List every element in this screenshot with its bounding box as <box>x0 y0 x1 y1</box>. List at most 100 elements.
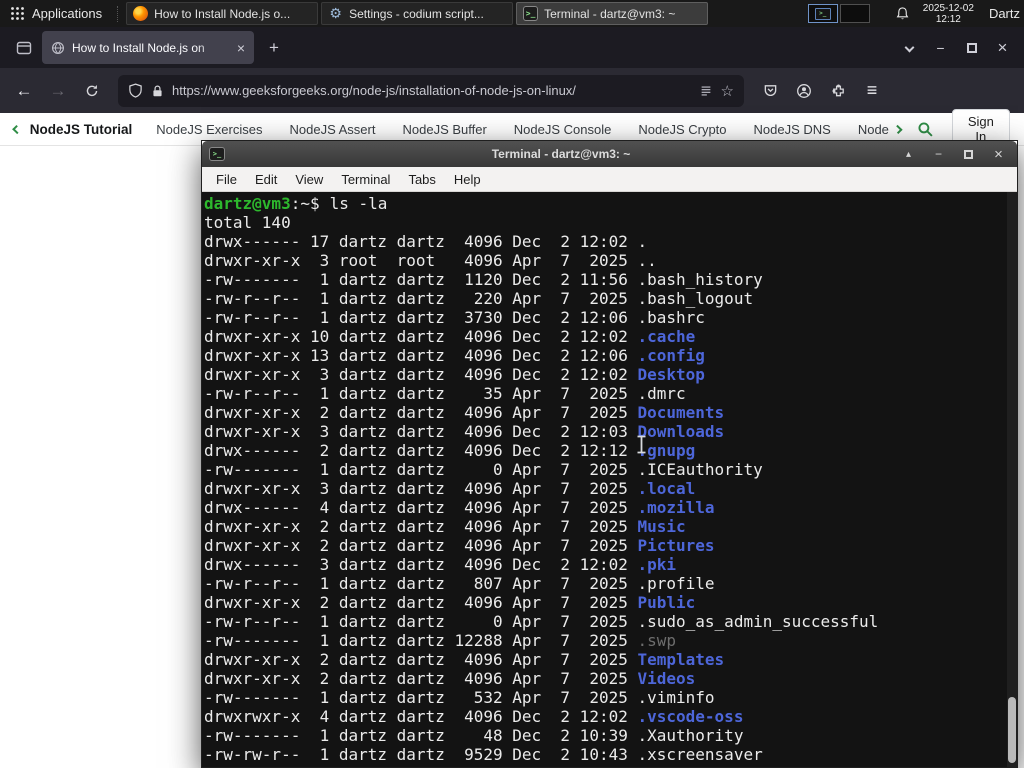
terminal-close-button[interactable] <box>987 144 1010 164</box>
url-text[interactable]: https://www.geeksforgeeks.org/node-js/in… <box>172 83 691 98</box>
clock[interactable]: 2025-12-02 12:12 <box>923 3 974 25</box>
applications-menu[interactable]: Applications <box>0 0 112 27</box>
ls-meta: -rw------- 1 dartz dartz 1120 Dec 2 11:5… <box>204 270 638 289</box>
ls-meta: drwxr-xr-x 3 dartz dartz 4096 Dec 2 12:0… <box>204 422 638 441</box>
menu-tabs[interactable]: Tabs <box>399 172 444 187</box>
user-menu[interactable]: Dartz <box>989 6 1020 21</box>
back-button[interactable] <box>8 75 40 107</box>
ls-filename: Videos <box>637 669 696 688</box>
terminal-ls-line: drwxr-xr-x 2 dartz dartz 4096 Apr 7 2025… <box>204 650 1017 669</box>
workspace-2[interactable] <box>839 4 870 23</box>
site-nav-dns[interactable]: NodeJS DNS <box>754 122 831 137</box>
site-nav-tutorial[interactable]: NodeJS Tutorial <box>30 122 133 137</box>
ls-meta: drwx------ 2 dartz dartz 4096 Dec 2 12:1… <box>204 441 638 460</box>
terminal-ls-line: drwxr-xr-x 3 dartz dartz 4096 Apr 7 2025… <box>204 479 1017 498</box>
nav-forward-chevron-icon[interactable] <box>893 124 903 134</box>
site-nav-node[interactable]: Node <box>858 122 889 137</box>
terminal-menubar: File Edit View Terminal Tabs Help <box>202 167 1017 192</box>
ls-meta: -rw-r--r-- 1 dartz dartz 807 Apr 7 2025 <box>204 574 638 593</box>
terminal-scrollbar[interactable] <box>1007 192 1017 767</box>
terminal-ls-line: drwx------ 4 dartz dartz 4096 Apr 7 2025… <box>204 498 1017 517</box>
window-minimize-button[interactable] <box>925 33 956 63</box>
ls-filename: Downloads <box>637 422 725 441</box>
bookmark-star-icon[interactable] <box>721 82 734 100</box>
window-close-button[interactable] <box>987 33 1018 63</box>
reload-button[interactable] <box>76 75 108 107</box>
task-button-settings[interactable]: Settings - codium script... <box>321 2 514 25</box>
site-nav-assert[interactable]: NodeJS Assert <box>289 122 375 137</box>
terminal-ls-line: -rw-r--r-- 1 dartz dartz 35 Apr 7 2025 .… <box>204 384 1017 403</box>
site-nav-exercises[interactable]: NodeJS Exercises <box>156 122 262 137</box>
site-nav-console[interactable]: NodeJS Console <box>514 122 612 137</box>
terminal-ls-line: -rw-rw-r-- 1 dartz dartz 9529 Dec 2 10:4… <box>204 745 1017 764</box>
site-nav-buffer[interactable]: NodeJS Buffer <box>402 122 486 137</box>
pocket-icon[interactable] <box>754 75 786 107</box>
task-button-terminal[interactable]: Terminal - dartz@vm3: ~ <box>516 2 709 25</box>
ls-filename: .profile <box>637 574 715 593</box>
clock-date: 2025-12-02 <box>922 2 974 14</box>
notification-bell-icon[interactable] <box>895 6 910 22</box>
window-maximize-button[interactable] <box>956 33 987 63</box>
menu-edit[interactable]: Edit <box>246 172 286 187</box>
clock-time: 12:12 <box>935 13 961 25</box>
ls-filename: .Xauthority <box>637 726 744 745</box>
shield-icon[interactable] <box>128 83 143 98</box>
terminal-maximize-button[interactable] <box>957 144 980 164</box>
menu-view[interactable]: View <box>286 172 332 187</box>
nav-back-chevron-icon[interactable] <box>12 124 22 134</box>
terminal-ls-line: -rw-r--r-- 1 dartz dartz 807 Apr 7 2025 … <box>204 574 1017 593</box>
browser-tab[interactable]: How to Install Node.js on <box>42 31 254 64</box>
ls-filename: .cache <box>637 327 696 346</box>
terminal-window-icon <box>209 147 225 161</box>
terminal-ls-line: drwxr-xr-x 13 dartz dartz 4096 Dec 2 12:… <box>204 346 1017 365</box>
new-tab-button[interactable] <box>260 34 288 62</box>
ls-meta: drwxr-xr-x 2 dartz dartz 4096 Apr 7 2025 <box>204 650 638 669</box>
tab-bar: How to Install Node.js on <box>0 27 1024 68</box>
terminal-ls-line: drwxr-xr-x 2 dartz dartz 4096 Apr 7 2025… <box>204 669 1017 688</box>
search-icon[interactable] <box>917 121 934 138</box>
top-panel: Applications How to Install Node.js o...… <box>0 0 1024 27</box>
url-bar[interactable]: https://www.geeksforgeeks.org/node-js/in… <box>118 74 744 107</box>
menu-terminal[interactable]: Terminal <box>332 172 399 187</box>
scrollbar-thumb[interactable] <box>1008 697 1016 763</box>
ls-meta: drwxr-xr-x 2 dartz dartz 4096 Apr 7 2025 <box>204 593 638 612</box>
ls-filename: .mozilla <box>637 498 715 517</box>
ls-filename: .pki <box>637 555 677 574</box>
forward-button[interactable] <box>42 75 74 107</box>
firefox-view-icon[interactable] <box>10 34 38 62</box>
menu-help[interactable]: Help <box>445 172 490 187</box>
terminal-ls-line: drwxr-xr-x 10 dartz dartz 4096 Dec 2 12:… <box>204 327 1017 346</box>
terminal-titlebar[interactable]: Terminal - dartz@vm3: ~ <box>202 141 1017 167</box>
menu-file[interactable]: File <box>207 172 246 187</box>
panel-separator <box>117 5 121 22</box>
applications-label: Applications <box>32 6 103 21</box>
workspace-switcher[interactable] <box>807 4 870 23</box>
ls-meta: drwxr-xr-x 3 root root 4096 Apr 7 2025 <box>204 251 638 270</box>
ls-filename: .bash_history <box>637 270 763 289</box>
terminal-screen[interactable]: dartz@vm3:~$ ls -la total 140 drwx------ … <box>202 192 1017 767</box>
terminal-minimize-button[interactable] <box>927 144 950 164</box>
terminal-ls-line: -rw------- 1 dartz dartz 48 Dec 2 10:39 … <box>204 726 1017 745</box>
ls-filename: .. <box>637 251 657 270</box>
ls-meta: -rw-r--r-- 1 dartz dartz 0 Apr 7 2025 <box>204 612 638 631</box>
terminal-shade-button[interactable] <box>897 144 920 164</box>
extensions-icon[interactable] <box>822 75 854 107</box>
account-icon[interactable] <box>788 75 820 107</box>
lock-icon[interactable] <box>151 84 164 98</box>
tab-close-icon[interactable] <box>237 40 245 56</box>
terminal-ls-line: drwxr-xr-x 2 dartz dartz 4096 Apr 7 2025… <box>204 517 1017 536</box>
app-menu-button[interactable] <box>856 75 888 107</box>
ls-filename: .bash_logout <box>637 289 754 308</box>
ls-meta: -rw-r--r-- 1 dartz dartz 3730 Dec 2 12:0… <box>204 308 638 327</box>
workspace-1[interactable] <box>807 4 838 23</box>
ls-meta: drwxr-xr-x 2 dartz dartz 4096 Apr 7 2025 <box>204 403 638 422</box>
site-nav-crypto[interactable]: NodeJS Crypto <box>638 122 726 137</box>
terminal-icon <box>523 6 539 21</box>
task-button-firefox[interactable]: How to Install Node.js o... <box>126 2 319 25</box>
ls-filename: .viminfo <box>637 688 715 707</box>
ls-meta: drwxr-xr-x 2 dartz dartz 4096 Apr 7 2025 <box>204 669 638 688</box>
ls-meta: -rw-r--r-- 1 dartz dartz 35 Apr 7 2025 <box>204 384 638 403</box>
reader-mode-icon[interactable] <box>699 84 713 98</box>
list-tabs-chevron-icon[interactable] <box>894 33 925 63</box>
terminal-scrollback: drwx------ 17 dartz dartz 4096 Dec 2 12:… <box>204 232 1017 764</box>
